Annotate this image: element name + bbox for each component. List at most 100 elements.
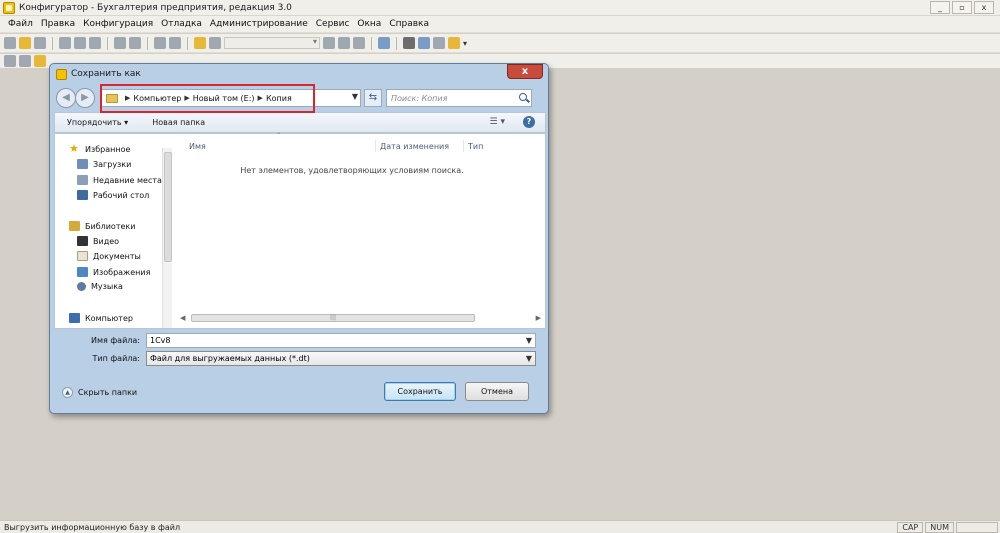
search-input[interactable]: Поиск: Копия [386,89,532,107]
open-icon[interactable] [19,37,31,49]
column-divider[interactable] [375,140,376,152]
update-icon[interactable] [34,55,46,67]
nav-label: Компьютер [85,313,133,323]
libraries-icon [69,221,80,231]
nav-item-downloads[interactable]: Загрузки [77,159,131,169]
nav-item-recent[interactable]: Недавние места [77,175,162,185]
menu-windows[interactable]: Окна [353,19,385,29]
menu-debug[interactable]: Отладка [157,19,206,29]
magnifier-icon[interactable] [519,93,527,101]
find-next-icon[interactable] [323,37,335,49]
address-bar[interactable]: ▶ Компьютер ▶ Новый том (E:) ▶ Копия ▼ [101,89,361,107]
downloads-icon [77,159,88,169]
scroll-right-icon[interactable]: ▶ [536,314,541,322]
menu-edit[interactable]: Правка [37,19,79,29]
menu-service[interactable]: Сервис [312,19,354,29]
undo-icon[interactable] [154,37,166,49]
menu-help[interactable]: Справка [385,19,433,29]
menu-bar: Файл Правка Конфигурация Отладка Админис… [0,16,1000,33]
nav-scroll-thumb[interactable] [164,152,172,262]
navigation-pane: ★ Избранное Загрузки Недавние места Рабо… [55,134,175,328]
breadcrumb-folder[interactable]: Копия [266,94,292,103]
new-icon[interactable] [4,37,16,49]
window-title: Конфигуратор - Бухгалтерия предприятия, … [19,2,292,13]
config-props-icon[interactable] [19,55,31,67]
chevron-down-icon[interactable]: ▼ [526,352,532,365]
status-cap: CAP [897,521,924,533]
nav-item-computer[interactable]: Компьютер [69,313,133,323]
find-prev-icon[interactable] [338,37,350,49]
refresh-button[interactable]: ⇆ [364,89,382,107]
menu-file[interactable]: Файл [4,19,37,29]
print-icon[interactable] [114,37,126,49]
replace-icon[interactable] [353,37,365,49]
horizontal-scrollbar[interactable]: ◀ ||| ▶ [179,312,542,324]
paste-icon[interactable] [89,37,101,49]
browser-panel: ★ Избранное Загрузки Недавние места Рабо… [54,132,546,329]
help-icon[interactable]: ? [523,116,535,128]
breadcrumb-computer[interactable]: Компьютер [133,94,181,103]
status-bar: Выгрузить информационную базу в файл CAP… [0,520,1000,533]
new-folder-button[interactable]: Новая папка [140,118,217,127]
redo-icon[interactable] [169,37,181,49]
toolbar-dropdown-icon[interactable]: ▾ [463,39,467,48]
column-type[interactable]: Тип [468,142,483,151]
hide-folders-toggle[interactable]: ▲ Скрыть папки [62,387,137,398]
nav-scrollbar[interactable] [162,148,172,328]
nav-label: Документы [93,251,141,261]
nav-label: Изображения [93,267,151,277]
tools-icon[interactable] [433,37,445,49]
search-combo[interactable] [224,37,320,49]
breadcrumb-drive[interactable]: Новый том (E:) [193,94,255,103]
menu-administration[interactable]: Администрирование [206,19,312,29]
images-icon [77,267,88,277]
save-button[interactable]: Сохранить [384,382,456,401]
scroll-left-icon[interactable]: ◀ [180,314,185,322]
nav-item-documents[interactable]: Документы [77,251,141,261]
wizard-icon[interactable] [403,37,415,49]
column-name[interactable]: Имя [189,142,206,151]
syntax-icon[interactable] [418,37,430,49]
documents-icon [77,251,88,261]
column-date-modified[interactable]: Дата изменения [380,142,449,151]
filename-input[interactable]: 1Cv8 ▼ [146,332,536,348]
column-divider[interactable] [463,140,464,152]
horizontal-scroll-thumb[interactable]: ||| [191,314,475,322]
nav-item-favorites[interactable]: ★ Избранное [69,143,130,154]
config-tree-icon[interactable] [4,55,16,67]
organize-button[interactable]: Упорядочить ▾ [55,118,140,127]
view-options-icon[interactable]: ☰ ▾ [490,117,505,127]
cancel-button[interactable]: Отмена [465,382,529,401]
save-icon[interactable] [34,37,46,49]
status-empty-cell [956,521,998,533]
forward-button[interactable]: ▶ [75,88,95,108]
chevron-down-icon[interactable]: ▼ [352,92,358,101]
dialog-close-button[interactable]: x [507,64,543,79]
nav-item-desktop[interactable]: Рабочий стол [77,190,149,200]
chevron-right-icon[interactable]: ▶ [184,94,189,102]
minimize-button[interactable]: _ [930,1,950,14]
search-icon[interactable] [209,37,221,49]
toolbar-separator [371,36,372,50]
find-icon[interactable] [194,37,206,49]
close-window-button[interactable]: x [974,1,994,14]
status-text: Выгрузить информационную базу в файл [4,522,181,532]
chevron-right-icon[interactable]: ▶ [125,94,130,102]
back-button[interactable]: ◀ [56,88,76,108]
copy-icon[interactable] [74,37,86,49]
nav-item-music[interactable]: Музыка [77,282,123,291]
restore-button[interactable]: ▫ [952,1,972,14]
dialog-titlebar: Сохранить как x [50,64,548,84]
chevron-down-icon[interactable]: ▼ [526,334,532,347]
window-icon[interactable] [378,37,390,49]
info-icon[interactable] [448,37,460,49]
nav-item-libraries[interactable]: Библиотеки [69,221,135,231]
cut-icon[interactable] [59,37,71,49]
chevron-right-icon[interactable]: ▶ [258,94,263,102]
nav-item-images[interactable]: Изображения [77,267,150,277]
filename-value: 1Cv8 [150,335,171,345]
filetype-select[interactable]: Файл для выгружаемых данных (*.dt) ▼ [146,350,536,366]
nav-item-video[interactable]: Видео [77,236,119,246]
menu-configuration[interactable]: Конфигурация [79,19,157,29]
preview-icon[interactable] [129,37,141,49]
